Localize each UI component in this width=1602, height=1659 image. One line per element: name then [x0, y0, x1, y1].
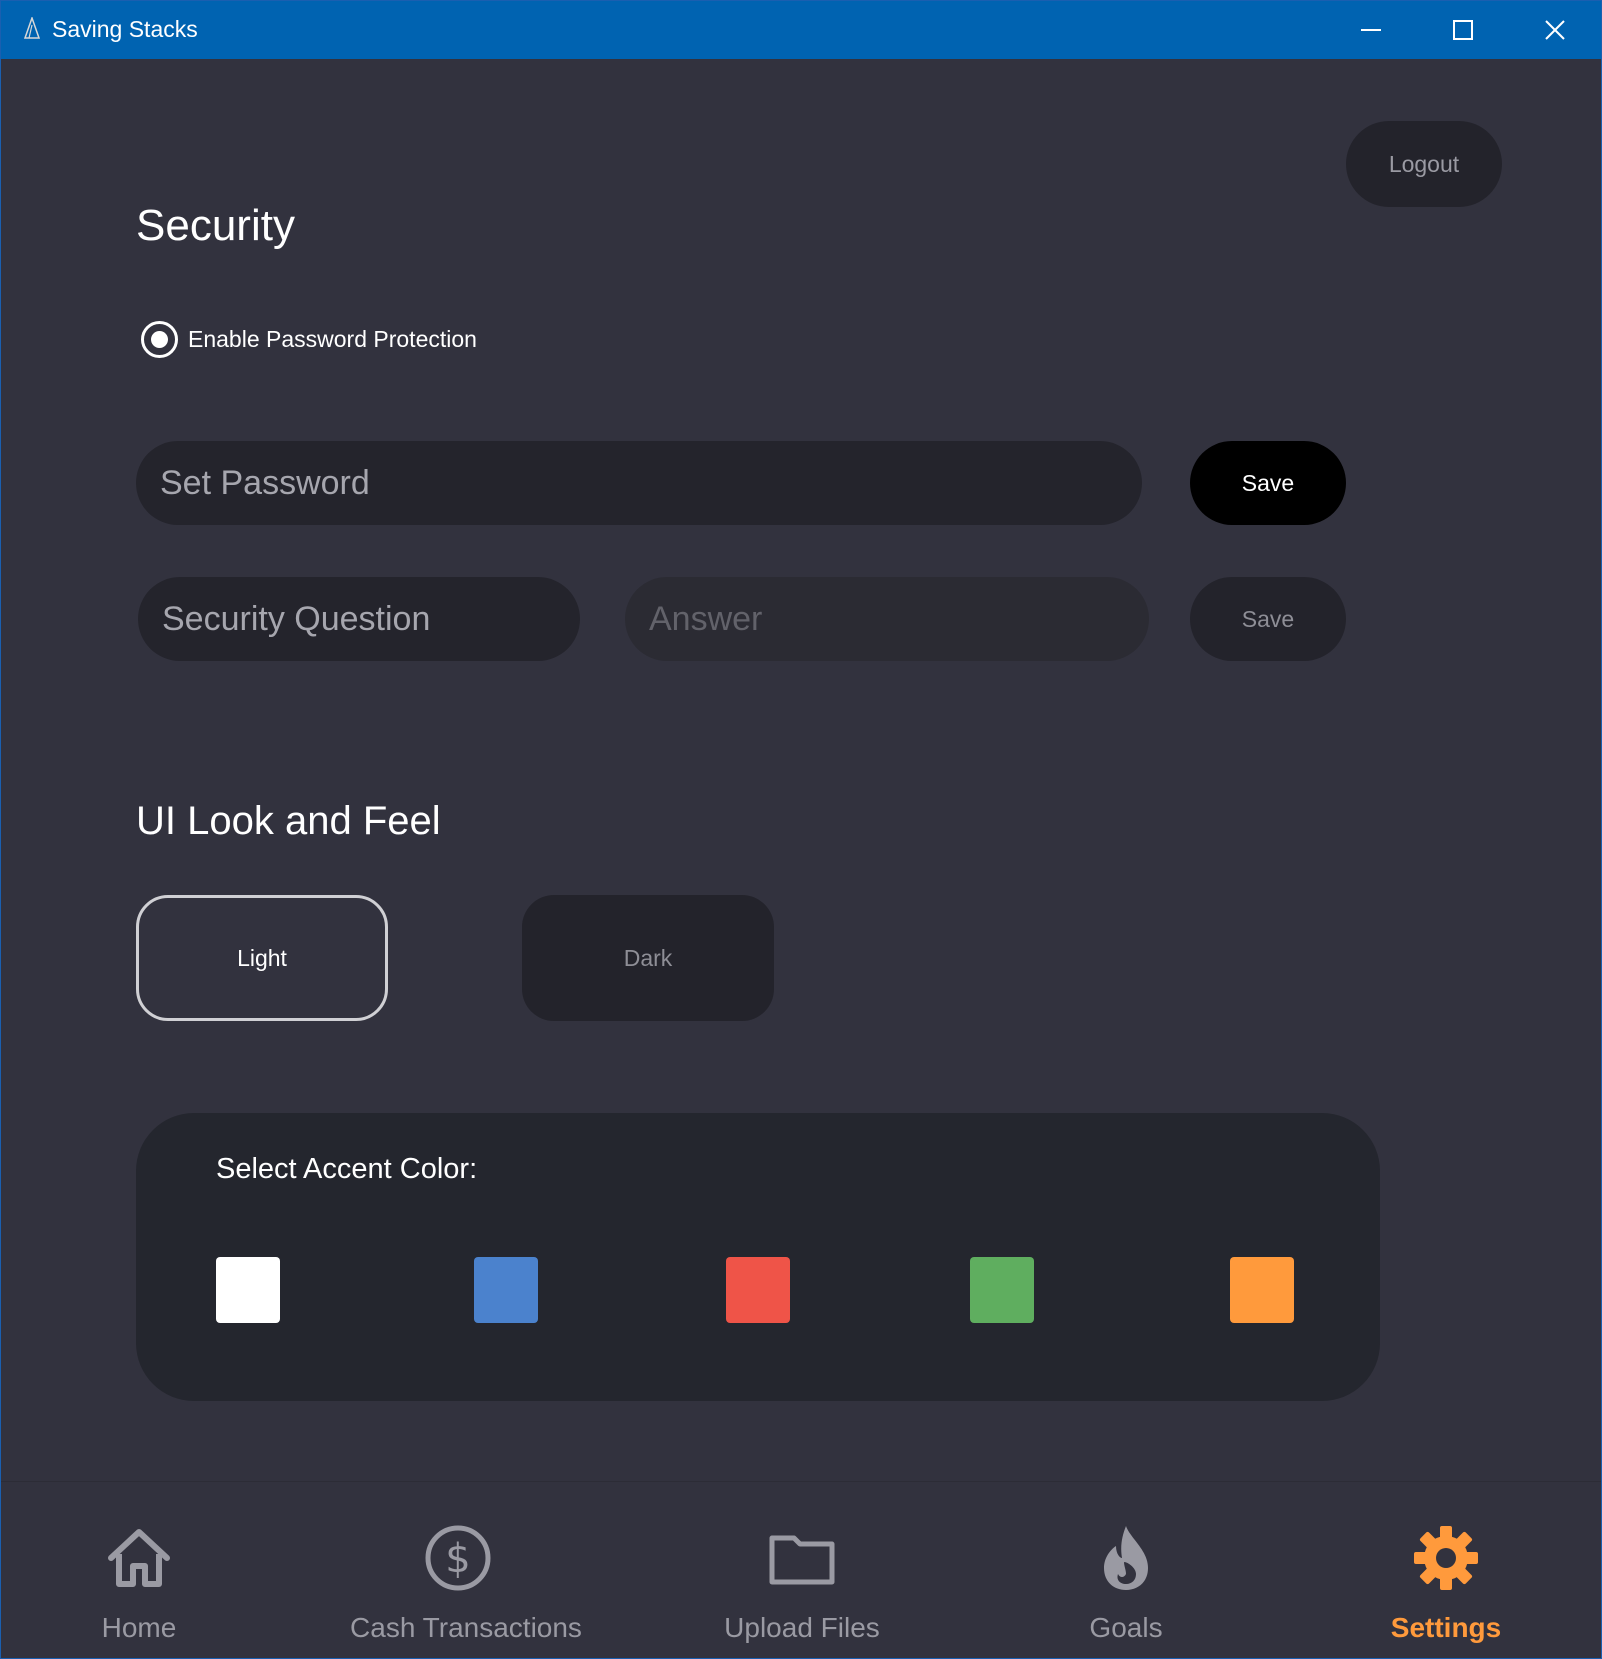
close-button[interactable]: [1509, 1, 1601, 59]
title-bar: Saving Stacks: [1, 1, 1601, 59]
app-window: Saving Stacks Logout Security Enable Pas…: [0, 0, 1602, 1659]
accent-swatch-orange[interactable]: [1230, 1257, 1294, 1323]
gear-icon: [1414, 1526, 1478, 1590]
save-security-question-button[interactable]: Save: [1190, 577, 1346, 661]
maximize-icon: [1453, 20, 1473, 40]
close-icon: [1545, 20, 1565, 40]
nav-cash-transactions-label: Cash Transactions: [350, 1612, 582, 1643]
accent-swatch-white[interactable]: [216, 1257, 280, 1323]
password-protection-label: Enable Password Protection: [188, 326, 477, 352]
app-logo-icon: [23, 17, 41, 39]
password-protection-radio[interactable]: [141, 321, 178, 358]
nav-home[interactable]: Home: [59, 1482, 219, 1658]
nav-upload-files[interactable]: Upload Files: [717, 1482, 887, 1658]
light-theme-button[interactable]: Light: [136, 895, 388, 1021]
logout-button[interactable]: Logout: [1346, 121, 1502, 207]
accent-color-label: Select Accent Color:: [216, 1153, 478, 1185]
set-password-input[interactable]: Set Password: [136, 441, 1142, 525]
bottom-navigation: Home $ Cash Transactions Upload Files Go…: [1, 1481, 1601, 1658]
flame-icon: [1104, 1526, 1148, 1590]
nav-goals-label: Goals: [1089, 1612, 1163, 1643]
accent-swatch-green[interactable]: [970, 1257, 1034, 1323]
accent-swatch-red[interactable]: [726, 1257, 790, 1323]
home-icon: [108, 1529, 170, 1587]
nav-settings-label: Settings: [1390, 1612, 1502, 1643]
nav-settings[interactable]: Settings: [1371, 1482, 1521, 1658]
look-and-feel-heading: UI Look and Feel: [136, 799, 441, 843]
nav-cash-transactions[interactable]: $ Cash Transactions: [346, 1482, 586, 1658]
save-password-button[interactable]: Save: [1190, 441, 1346, 525]
accent-swatch-blue[interactable]: [474, 1257, 538, 1323]
nav-upload-files-label: Upload Files: [724, 1612, 880, 1643]
window-title: Saving Stacks: [52, 16, 198, 42]
folder-icon: [769, 1535, 835, 1585]
svg-text:$: $: [445, 1536, 470, 1582]
radio-checked-dot: [151, 331, 168, 348]
dollar-circle-icon: $: [425, 1525, 491, 1591]
dark-theme-button[interactable]: Dark: [522, 895, 774, 1021]
nav-goals[interactable]: Goals: [1066, 1482, 1186, 1658]
maximize-button[interactable]: [1417, 1, 1509, 59]
security-heading: Security: [136, 201, 295, 250]
accent-color-panel: Select Accent Color:: [136, 1113, 1380, 1401]
password-protection-option[interactable]: Enable Password Protection: [141, 321, 477, 358]
security-question-input[interactable]: Security Question: [138, 577, 580, 661]
nav-home-label: Home: [101, 1612, 177, 1643]
minimize-icon: [1361, 29, 1381, 31]
minimize-button[interactable]: [1325, 1, 1417, 59]
security-answer-input[interactable]: Answer: [625, 577, 1149, 661]
